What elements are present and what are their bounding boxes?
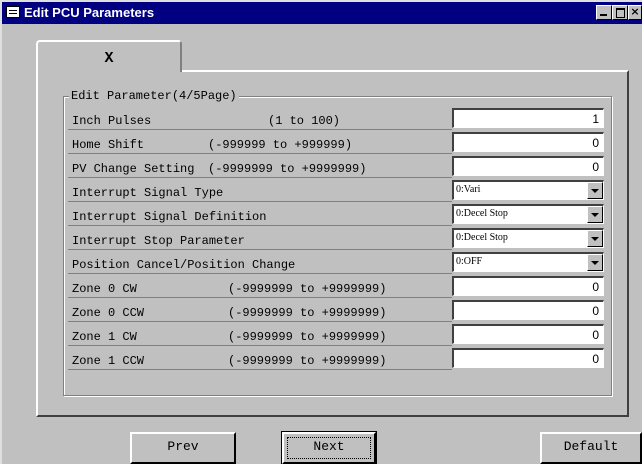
default-button-label: Default <box>563 439 619 454</box>
tab-x-label: X <box>104 50 114 67</box>
close-icon[interactable]: × <box>628 5 642 20</box>
window-app-icon[interactable] <box>6 6 20 18</box>
groupbox-title: Edit Parameter(4/5Page) <box>69 89 239 103</box>
maximize-icon[interactable] <box>612 5 628 20</box>
default-button[interactable]: Default <box>540 432 642 464</box>
tab-x[interactable]: X <box>36 40 182 72</box>
prev-button[interactable]: Prev <box>130 432 236 464</box>
next-button-label: Next <box>313 439 345 454</box>
prev-button-label: Prev <box>167 439 199 454</box>
tab-panel <box>36 70 629 417</box>
window-title: Edit PCU Parameters <box>24 5 155 20</box>
next-button[interactable]: Next <box>281 431 377 464</box>
minimize-icon[interactable] <box>596 5 612 20</box>
title-bar[interactable]: Edit PCU Parameters × <box>2 2 642 24</box>
